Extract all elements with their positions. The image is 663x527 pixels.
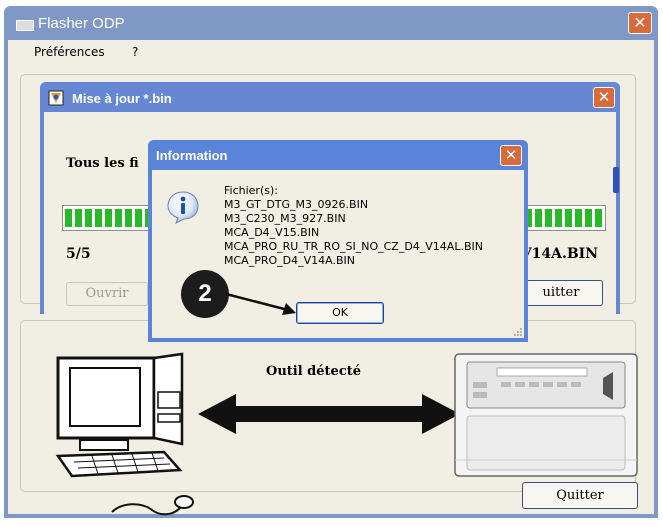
main-titlebar[interactable]: Flasher ODP ✕: [4, 6, 658, 40]
pointer-arrow-icon: [225, 292, 296, 315]
progress-segment: [575, 209, 582, 227]
progress-segment: [75, 209, 82, 227]
ok-button[interactable]: OK: [296, 302, 384, 324]
file-count: 5/5: [66, 246, 91, 262]
update-window-title: Mise à jour *.bin: [72, 91, 172, 106]
open-button[interactable]: Ouvrir: [66, 282, 148, 306]
current-file-name: V14A.BIN: [520, 246, 598, 262]
progress-segment: [125, 209, 132, 227]
progress-segment: [545, 209, 552, 227]
menu-help[interactable]: ?: [132, 45, 138, 59]
info-dialog-title: Information: [156, 148, 228, 163]
update-window-icon: [48, 90, 64, 106]
info-close-button[interactable]: ✕: [500, 145, 522, 166]
app-icon: [16, 20, 34, 31]
menu-preferences[interactable]: Préférences: [34, 45, 105, 59]
info-line: MCA_PRO_D4_V14A.BIN: [224, 254, 355, 267]
computer-illustration-icon: [55, 352, 194, 516]
info-icon: [167, 191, 199, 224]
info-line: M3_GT_DTG_M3_0926.BIN: [224, 198, 369, 211]
progress-segment: [595, 209, 602, 227]
update-titlebar[interactable]: Mise à jour *.bin ✕: [40, 82, 620, 112]
progress-segment: [555, 209, 562, 227]
main-window-title: Flasher ODP: [38, 15, 125, 32]
info-message: Fichier(s): M3_GT_DTG_M3_0926.BIN M3_C23…: [224, 184, 483, 268]
update-quit-button[interactable]: uitter: [519, 280, 603, 306]
progress-segment: [115, 209, 122, 227]
progress-segment: [65, 209, 72, 227]
info-line: MCA_PRO_RU_TR_RO_SI_NO_CZ_D4_V14AL.BIN: [224, 240, 483, 253]
all-files-label: Tous les fi: [66, 156, 139, 171]
double-arrow-icon: [198, 394, 460, 434]
scroll-edge: [613, 167, 619, 193]
menubar: Préférences ?: [8, 40, 654, 64]
progress-segment: [135, 209, 142, 227]
info-line: Fichier(s):: [224, 184, 278, 197]
device-illustration-icon: [454, 353, 638, 477]
resize-grip-icon[interactable]: [512, 326, 522, 336]
main-quit-button[interactable]: Quitter: [522, 482, 638, 509]
progress-segment: [565, 209, 572, 227]
progress-segment: [95, 209, 102, 227]
info-line: M3_C230_M3_927.BIN: [224, 212, 346, 225]
progress-segment: [535, 209, 542, 227]
update-close-button[interactable]: ✕: [593, 87, 615, 108]
info-line: MCA_D4_V15.BIN: [224, 226, 320, 239]
info-titlebar[interactable]: Information ✕: [148, 140, 528, 170]
outil-detecte-label: Outil détecté: [266, 364, 362, 379]
progress-segment: [585, 209, 592, 227]
progress-segment: [105, 209, 112, 227]
progress-segment: [85, 209, 92, 227]
main-close-button[interactable]: ✕: [628, 12, 652, 34]
